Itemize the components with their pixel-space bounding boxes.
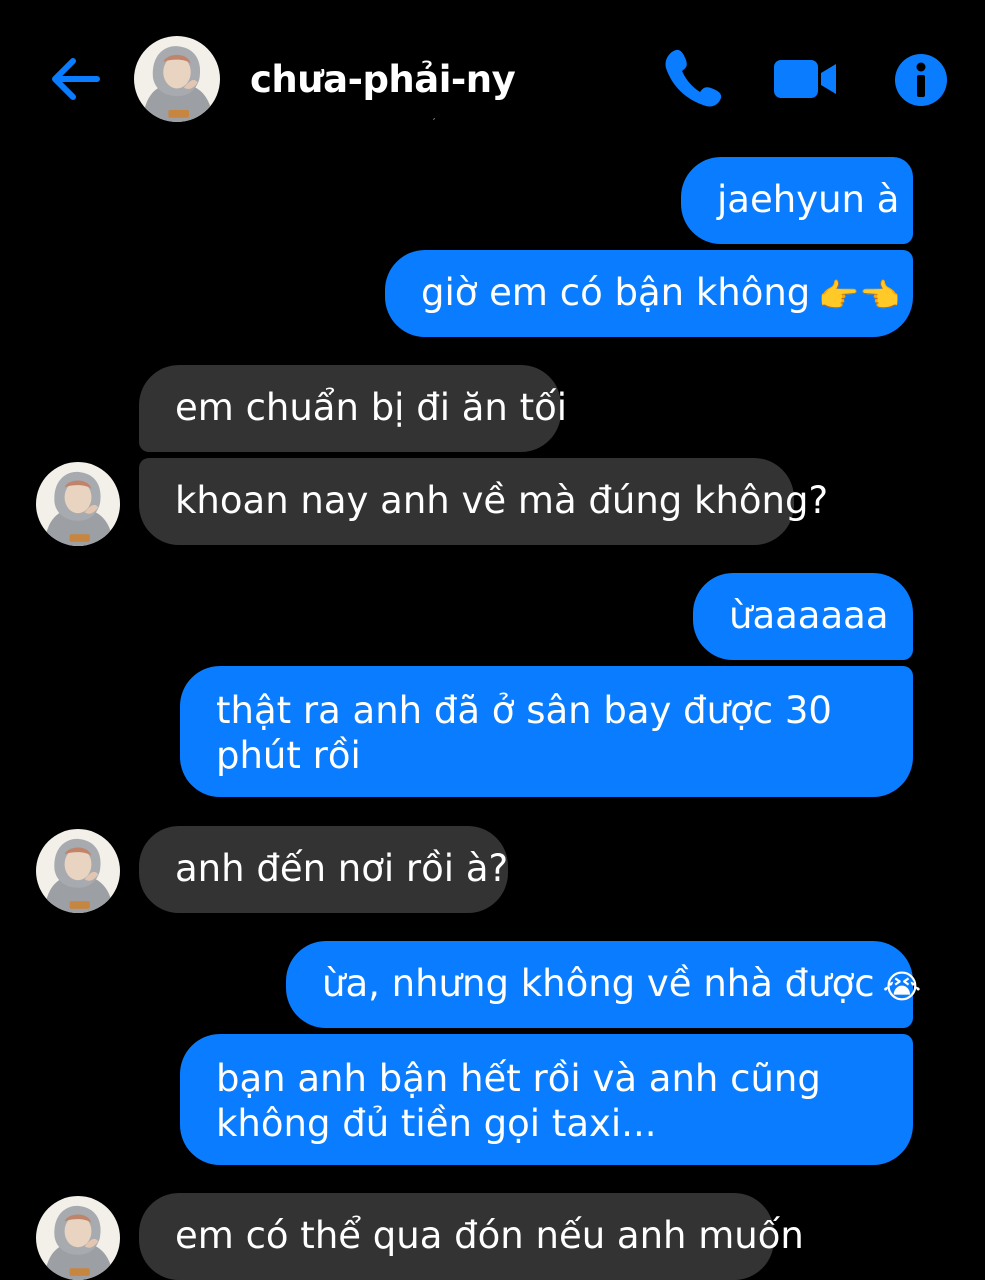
outgoing-message[interactable]: jaehyun à bbox=[681, 157, 913, 244]
message-text: giờ em có bận không bbox=[421, 271, 811, 314]
incoming-message[interactable]: anh đến nơi rồi à? bbox=[139, 826, 508, 913]
message-text: em có thể qua đón nếu anh muốn bbox=[175, 1214, 804, 1257]
message-text: thật ra anh đã ở sân bay được 30 phút rồ… bbox=[216, 689, 832, 777]
call-button[interactable] bbox=[662, 46, 724, 110]
info-button[interactable] bbox=[893, 52, 949, 108]
contact-avatar[interactable] bbox=[36, 1196, 120, 1280]
message-text: khoan nay anh về mà đúng không? bbox=[175, 479, 829, 522]
back-button[interactable] bbox=[44, 50, 104, 108]
message-text: ừaaaaaa bbox=[729, 594, 889, 637]
chat-header: chưa-phải-ny ˊ bbox=[0, 0, 985, 150]
contact-avatar[interactable] bbox=[134, 36, 220, 122]
crying-face-emoji: 😭 bbox=[882, 967, 922, 1006]
outgoing-message[interactable]: thật ra anh đã ở sân bay được 30 phút rồ… bbox=[180, 666, 913, 797]
phone-icon bbox=[665, 49, 722, 107]
incoming-message[interactable]: khoan nay anh về mà đúng không? bbox=[139, 458, 828, 545]
outgoing-message[interactable]: ừa, nhưng không về nhà được 😭 bbox=[286, 941, 921, 1028]
outgoing-message[interactable]: giờ em có bận không 👉👈 bbox=[385, 250, 913, 337]
contact-name[interactable]: chưa-phải-ny bbox=[250, 58, 516, 101]
message-text: em chuẩn bị đi ăn tối bbox=[175, 386, 568, 429]
incoming-message[interactable]: em chuẩn bị đi ăn tối bbox=[139, 365, 567, 452]
chat-screen: chưa-phải-ny ˊ jaehyun à giờ em có bận k… bbox=[0, 0, 985, 1280]
arrow-left-icon bbox=[52, 58, 100, 100]
pointing-fingers-emoji: 👉👈 bbox=[818, 276, 901, 315]
contact-avatar[interactable] bbox=[36, 462, 120, 546]
message-text: ừa, nhưng không về nhà được bbox=[322, 962, 875, 1005]
video-camera-icon bbox=[774, 60, 836, 98]
incoming-message[interactable]: em có thể qua đón nếu anh muốn bbox=[139, 1193, 804, 1280]
outgoing-message[interactable]: ừaaaaaa bbox=[693, 573, 913, 660]
status-mark: ˊ bbox=[432, 116, 436, 130]
contact-avatar[interactable] bbox=[36, 829, 120, 913]
video-call-button[interactable] bbox=[772, 56, 838, 102]
outgoing-message[interactable]: bạn anh bận hết rồi và anh cũng không đủ… bbox=[180, 1034, 913, 1165]
message-text: anh đến nơi rồi à? bbox=[175, 847, 509, 890]
info-icon bbox=[895, 54, 947, 106]
message-text: bạn anh bận hết rồi và anh cũng không đủ… bbox=[216, 1057, 821, 1145]
message-text: jaehyun à bbox=[717, 178, 900, 221]
